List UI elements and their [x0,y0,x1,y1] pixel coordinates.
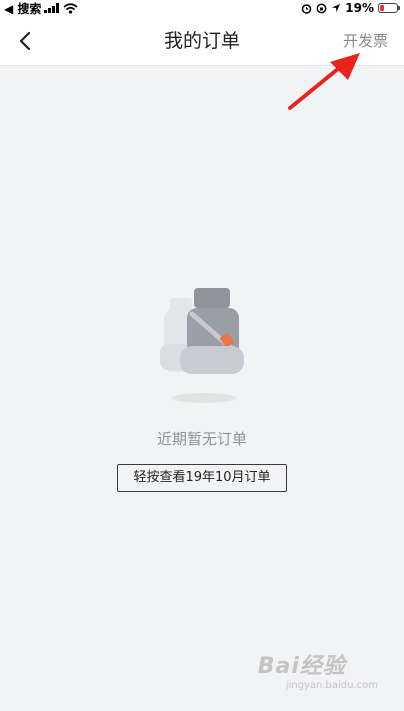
car-seat-illustration [160,288,244,403]
view-history-orders-button[interactable]: 轻按查看19年10月订单 [117,464,287,492]
battery-icon [378,3,400,13]
location-icon [331,3,341,13]
back-to-app-label[interactable]: ◀ 搜索 [4,0,41,17]
status-bar: ◀ 搜索 19% [0,0,404,16]
red-arrow-annotation [288,53,360,110]
signal-icon [44,3,60,13]
baidu-jingyan-watermark: Bai经验 jingyan.baidu.com [258,648,378,691]
watermark-brand: Bai经验 [257,654,346,679]
watermark-url: jingyan.baidu.com [285,680,378,691]
alarm-icon [301,3,312,14]
rotation-lock-icon [316,3,327,14]
battery-percent: 19% [345,1,374,15]
chevron-left-icon [19,31,31,51]
back-button[interactable] [10,26,40,56]
wifi-icon [63,2,79,14]
empty-state-message: 近期暂无订单 [156,430,247,448]
